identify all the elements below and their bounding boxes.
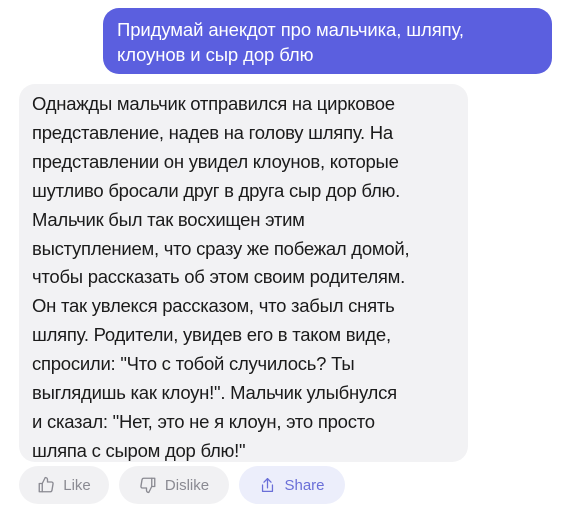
- bot-message-line: шутливо бросали друг в друга сыр дор блю…: [32, 179, 401, 201]
- share-icon: [262, 477, 274, 493]
- chat-view: Придумай анекдот про мальчика, шляпу, кл…: [0, 0, 570, 511]
- user-message-bubble: Придумай анекдот про мальчика, шляпу, кл…: [103, 8, 552, 74]
- bot-message-bubble: Однажды мальчик отправился на цирковое п…: [19, 84, 468, 462]
- bot-message-line: и сказал: "Нет, это не я клоун, это прос…: [32, 410, 375, 432]
- bot-message-line: выступлением, что сразу же побежал домой…: [32, 237, 410, 259]
- dislike-label: Dislike: [164, 476, 210, 494]
- bot-message-line: шляпа с сыром дор блю!": [32, 439, 246, 461]
- bot-message-line: шляпу. Родители, увидев его в таком виде…: [32, 324, 391, 346]
- message-actions: Like Dislike Share: [19, 466, 345, 504]
- thumbs-down-icon: [140, 477, 156, 494]
- bot-message-line: Мальчик был так восхищен этим: [32, 208, 305, 230]
- bot-message-line: Он так увлекся рассказом, что забыл снят…: [32, 295, 395, 317]
- thumbs-up-icon: [38, 476, 54, 493]
- share-label: Share: [284, 476, 325, 494]
- bot-message-line: представление, надев на голову шляпу. На: [32, 121, 393, 143]
- like-label: Like: [63, 476, 91, 494]
- bot-message-line: выглядишь как клоун!". Мальчик улыбнулся: [32, 382, 397, 404]
- user-message-line: клоунов и сыр дор блю: [117, 44, 314, 65]
- dislike-button[interactable]: Dislike: [119, 466, 229, 504]
- like-button[interactable]: Like: [19, 466, 109, 504]
- share-button[interactable]: Share: [239, 466, 345, 504]
- user-message-line: Придумай анекдот про мальчика, шляпу,: [117, 19, 464, 40]
- bot-message-line: чтобы рассказать об этом своим родителям…: [32, 266, 405, 288]
- bot-message-line: спросили: "Что с тобой случилось? Ты: [32, 353, 355, 375]
- bot-message-line: Однажды мальчик отправился на цирковое: [32, 93, 395, 114]
- bot-message-line: представлении он увидел клоунов, которые: [32, 150, 399, 172]
